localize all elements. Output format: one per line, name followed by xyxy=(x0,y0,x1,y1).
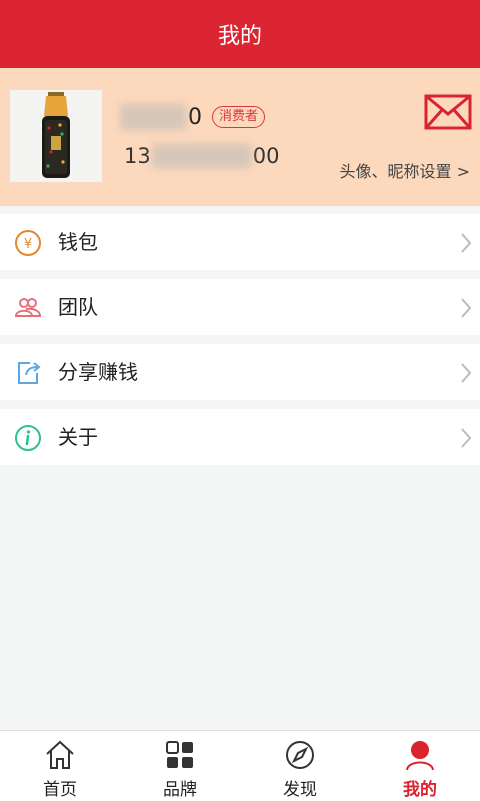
share-icon xyxy=(18,362,41,384)
home-icon xyxy=(46,740,74,769)
header-bar: 我的 xyxy=(0,0,480,68)
profile-card[interactable]: 0 消费者 13 00 头像、昵称设置 > xyxy=(0,68,480,206)
menu-item-share[interactable]: 分享赚钱 xyxy=(0,344,480,400)
mail-icon[interactable] xyxy=(424,94,472,130)
phone-row: 13 00 xyxy=(124,144,279,168)
bottom-tab-bar: 首页 品牌 发现 我的 xyxy=(0,730,480,801)
info-icon xyxy=(15,425,41,451)
tab-brand[interactable]: 品牌 xyxy=(120,731,240,801)
menu-item-about[interactable]: 关于 xyxy=(0,409,480,465)
compass-icon xyxy=(286,741,314,769)
chevron-right-icon xyxy=(461,298,472,318)
tab-label: 品牌 xyxy=(163,780,197,800)
svg-text:¥: ¥ xyxy=(24,237,32,252)
team-users-icon xyxy=(14,298,42,317)
grid-icon xyxy=(166,741,193,768)
username-suffix: 0 xyxy=(188,104,202,130)
product-bottle-avatar xyxy=(42,92,70,178)
profile-settings-link[interactable]: 头像、昵称设置 > xyxy=(340,158,471,182)
username-row: 0 消费者 xyxy=(120,104,266,130)
chevron-right-icon xyxy=(461,428,472,448)
username-redacted xyxy=(120,104,186,130)
yuan-coin-icon: ¥ xyxy=(15,230,41,256)
tab-label: 首页 xyxy=(43,780,77,800)
chevron-right-icon xyxy=(461,233,472,253)
menu-item-wallet[interactable]: ¥ 钱包 xyxy=(0,214,480,270)
menu-label: 团队 xyxy=(58,295,98,319)
phone-suffix: 00 xyxy=(252,144,280,168)
user-icon xyxy=(406,741,434,771)
chevron-right-icon xyxy=(461,363,472,383)
tab-mine[interactable]: 我的 xyxy=(360,731,480,801)
tab-label: 发现 xyxy=(283,780,317,800)
menu-label: 关于 xyxy=(58,425,98,449)
tab-label: 我的 xyxy=(403,780,437,800)
phone-redacted xyxy=(151,144,252,168)
avatar[interactable] xyxy=(10,90,102,182)
tab-discover[interactable]: 发现 xyxy=(240,731,360,801)
menu-item-team[interactable]: 团队 xyxy=(0,279,480,335)
menu-label: 钱包 xyxy=(58,230,98,254)
page-title: 我的 xyxy=(217,24,262,49)
phone-prefix: 13 xyxy=(124,144,151,168)
menu-label: 分享赚钱 xyxy=(58,360,138,384)
tab-home[interactable]: 首页 xyxy=(0,731,120,801)
role-badge: 消费者 xyxy=(212,106,266,128)
